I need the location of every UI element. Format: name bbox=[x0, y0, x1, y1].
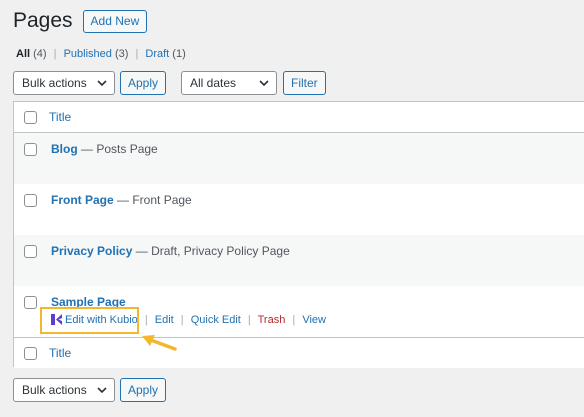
page-state: — Draft, Privacy Policy Page bbox=[135, 244, 290, 258]
table-row: Sample Page Edit with Kubio | Edit | Qui… bbox=[14, 286, 584, 337]
view-published-link[interactable]: Published bbox=[64, 48, 112, 60]
view-published-count: (3) bbox=[114, 48, 129, 60]
row-title: Front Page — Front Page bbox=[51, 193, 192, 207]
page-header: Pages Add New bbox=[13, 9, 148, 33]
page-title: Pages bbox=[13, 9, 73, 32]
view-all-count: (4) bbox=[33, 48, 47, 60]
view-draft-count: (1) bbox=[172, 48, 186, 60]
view-all-link[interactable]: All bbox=[16, 48, 30, 60]
title-column-footer[interactable]: Title bbox=[49, 346, 71, 360]
add-new-button[interactable]: Add New bbox=[82, 9, 148, 33]
bulk-actions-value: Bulk actions bbox=[22, 383, 87, 397]
quick-edit-link[interactable]: Quick Edit bbox=[191, 314, 241, 326]
row-checkbox[interactable] bbox=[24, 296, 37, 309]
dates-value: All dates bbox=[190, 76, 237, 90]
view-link[interactable]: View bbox=[302, 314, 326, 326]
edit-link[interactable]: Edit bbox=[155, 314, 174, 326]
apply-button-bottom[interactable]: Apply bbox=[120, 378, 167, 402]
page-title-link[interactable]: Sample Page bbox=[51, 295, 126, 309]
view-separator: | bbox=[135, 48, 139, 60]
edit-with-kubio-link[interactable]: Edit with Kubio bbox=[51, 314, 141, 326]
chevron-down-icon bbox=[259, 72, 269, 102]
select-all-checkbox-bottom[interactable] bbox=[24, 347, 37, 360]
row-checkbox[interactable] bbox=[24, 245, 37, 258]
filter-button[interactable]: Filter bbox=[283, 71, 326, 95]
table-row: Front Page — Front Page bbox=[14, 184, 584, 235]
view-draft-link[interactable]: Draft bbox=[145, 48, 169, 60]
chevron-down-icon bbox=[97, 379, 107, 409]
row-title: Privacy Policy — Draft, Privacy Policy P… bbox=[51, 244, 290, 258]
row-checkbox[interactable] bbox=[24, 143, 37, 156]
select-all-checkbox[interactable] bbox=[24, 111, 37, 124]
table-footer: Title bbox=[14, 337, 584, 368]
row-actions: Edit with Kubio | Edit | Quick Edit | Tr… bbox=[51, 314, 326, 328]
dates-select[interactable]: All dates bbox=[181, 71, 277, 95]
title-column-header[interactable]: Title bbox=[49, 110, 71, 124]
page-state: — Front Page bbox=[117, 193, 192, 207]
kubio-icon bbox=[51, 314, 62, 328]
trash-link[interactable]: Trash bbox=[258, 314, 286, 326]
page-title-link[interactable]: Front Page bbox=[51, 193, 114, 207]
table-header: Title bbox=[14, 102, 584, 133]
view-filters: All (4) | Published (3) | Draft (1) bbox=[16, 48, 186, 60]
page-title-link[interactable]: Blog bbox=[51, 142, 78, 156]
table-row: Privacy Policy — Draft, Privacy Policy P… bbox=[14, 235, 584, 286]
apply-button-top[interactable]: Apply bbox=[120, 71, 167, 95]
row-checkbox[interactable] bbox=[24, 194, 37, 207]
view-separator: | bbox=[53, 48, 57, 60]
action-separator: | bbox=[247, 314, 251, 326]
page-state: — Posts Page bbox=[81, 142, 158, 156]
action-separator: | bbox=[144, 314, 148, 326]
bulk-actions-select-top[interactable]: Bulk actions bbox=[13, 71, 115, 95]
pages-table: Title Blog — Posts Page Front Page — Fro… bbox=[13, 101, 584, 368]
table-row: Blog — Posts Page bbox=[14, 133, 584, 184]
row-title: Blog — Posts Page bbox=[51, 142, 158, 156]
action-separator: | bbox=[292, 314, 296, 326]
action-separator: | bbox=[180, 314, 184, 326]
bulk-actions-value: Bulk actions bbox=[22, 76, 87, 90]
chevron-down-icon bbox=[97, 72, 107, 102]
row-title: Sample Page bbox=[51, 295, 126, 309]
bulk-actions-select-bottom[interactable]: Bulk actions bbox=[13, 378, 115, 402]
pointer-arrow-icon bbox=[140, 332, 180, 357]
page-title-link[interactable]: Privacy Policy bbox=[51, 244, 132, 258]
